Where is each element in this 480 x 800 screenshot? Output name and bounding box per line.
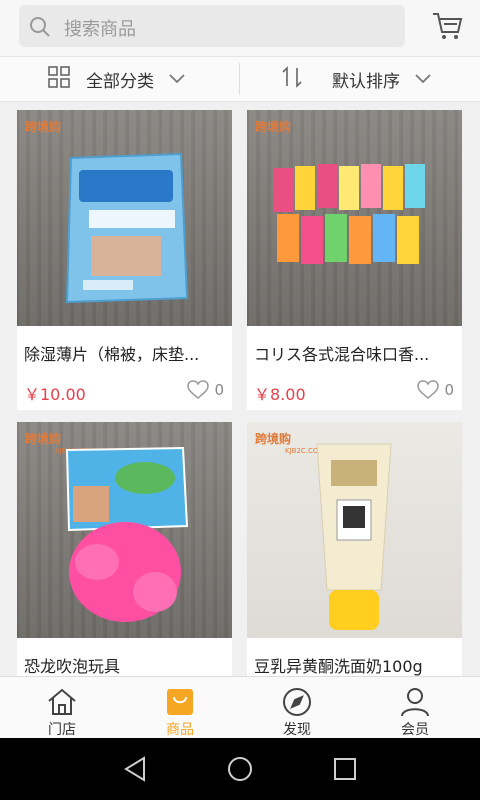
system-nav-bar (0, 738, 480, 800)
watermark-logo: 跨境购 (255, 432, 292, 446)
search-box[interactable]: 搜索商品 (19, 5, 405, 47)
like-button[interactable]: 0 (187, 380, 224, 400)
sort-icon (280, 65, 304, 93)
grid-icon (48, 66, 70, 92)
heart-icon (187, 380, 210, 399)
product-title: 除湿薄片（棉被，床垫... (24, 345, 200, 364)
tab-label: 发现 (283, 722, 311, 738)
sort-filter[interactable]: 默认排序 (280, 57, 432, 101)
watermark-logo: 跨境购 (25, 120, 62, 134)
product-title: コリス各式混合味口香... (254, 345, 430, 364)
search-icon (29, 16, 51, 42)
watermark-logo: 跨境购 (25, 432, 62, 446)
recents-icon[interactable] (332, 756, 358, 782)
product-card[interactable]: 跨境购 除湿薄片（棉被，床垫... ￥10.00 0 (17, 110, 232, 410)
back-icon[interactable] (122, 756, 148, 782)
chevron-down-icon (168, 70, 186, 89)
category-filter[interactable]: 全部分类 (48, 57, 186, 101)
product-card[interactable]: 跨境购 コリス各式混合味口香... ￥8.00 0 (247, 110, 462, 410)
product-title: 豆乳异黄酮洗面奶100g (254, 657, 423, 676)
chevron-down-icon (414, 70, 432, 89)
watermark-logo: 跨境购 (255, 120, 292, 134)
tab-label: 商品 (166, 722, 194, 738)
product-image: 跨境购 (247, 110, 462, 326)
filter-bar: 全部分类 默认排序 (0, 56, 480, 102)
tab-member[interactable]: 会员 (365, 677, 465, 739)
top-bar: 搜索商品 (0, 0, 480, 56)
product-image: 跨境购 KJB2C.COM (17, 422, 232, 638)
home-icon (48, 688, 76, 715)
cart-icon[interactable] (430, 10, 464, 42)
search-placeholder[interactable]: 搜索商品 (64, 15, 136, 41)
sort-filter-label: 默认排序 (332, 71, 400, 92)
like-button[interactable]: 0 (417, 380, 454, 400)
bottom-tab-bar: 门店 商品 发现 会员 (0, 676, 480, 739)
tab-products[interactable]: 商品 (130, 677, 230, 739)
tab-label: 会员 (401, 722, 429, 738)
category-filter-label: 全部分类 (86, 71, 154, 92)
filter-divider (239, 63, 240, 95)
like-count: 0 (214, 381, 224, 399)
product-price: ￥10.00 (24, 385, 86, 404)
product-grid: 跨境购 除湿薄片（棉被，床垫... ￥10.00 0 跨境购 コリス各式混合味口… (0, 102, 480, 676)
home-nav-icon[interactable] (227, 756, 253, 782)
product-price: ￥8.00 (254, 385, 306, 404)
user-icon (401, 688, 429, 717)
like-count: 0 (444, 381, 454, 399)
product-title: 恐龙吹泡玩具 (24, 657, 121, 676)
tab-store[interactable]: 门店 (12, 677, 112, 739)
product-image: 跨境购 KJB2C.COM (247, 422, 462, 638)
product-card[interactable]: 跨境购 KJB2C.COM 恐龙吹泡玩具 (17, 422, 232, 676)
heart-icon (417, 380, 440, 399)
product-card[interactable]: 跨境购 KJB2C.COM 豆乳异黄酮洗面奶100g (247, 422, 462, 676)
bag-icon (167, 689, 193, 715)
tab-discover[interactable]: 发现 (247, 677, 347, 739)
product-image: 跨境购 (17, 110, 232, 326)
tab-label: 门店 (48, 722, 76, 738)
compass-icon (283, 688, 311, 716)
